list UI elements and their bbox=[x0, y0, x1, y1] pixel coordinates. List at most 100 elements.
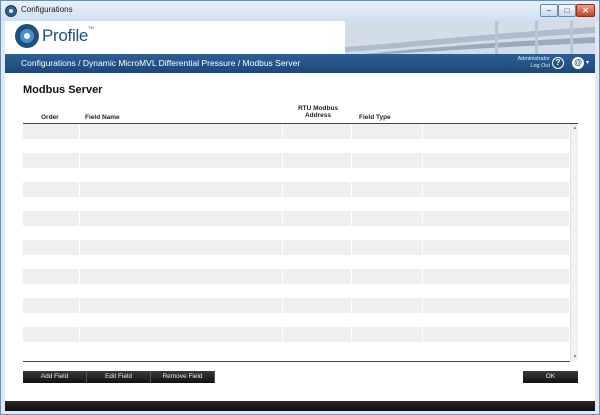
table-cell[interactable] bbox=[80, 124, 283, 139]
table-cell[interactable] bbox=[23, 182, 80, 197]
table-cell[interactable] bbox=[352, 283, 423, 298]
table-cell[interactable] bbox=[23, 254, 80, 269]
table-cell[interactable] bbox=[80, 341, 283, 356]
table-cell[interactable] bbox=[80, 312, 283, 327]
table-cell[interactable] bbox=[283, 341, 352, 356]
table-cell[interactable] bbox=[80, 153, 283, 168]
table-cell[interactable] bbox=[352, 124, 423, 139]
table-cell[interactable] bbox=[352, 138, 423, 153]
table-cell[interactable] bbox=[23, 240, 80, 255]
table-cell[interactable] bbox=[423, 211, 570, 226]
table-cell[interactable] bbox=[23, 124, 80, 139]
table-cell[interactable] bbox=[23, 341, 80, 356]
table-row[interactable] bbox=[23, 298, 570, 313]
table-cell[interactable] bbox=[283, 138, 352, 153]
table-cell[interactable] bbox=[423, 182, 570, 197]
title-bar[interactable]: Configurations – □ ✕ bbox=[1, 1, 599, 21]
table-cell[interactable] bbox=[352, 167, 423, 182]
table-cell[interactable] bbox=[283, 196, 352, 211]
table-cell[interactable] bbox=[283, 254, 352, 269]
table-cell[interactable] bbox=[352, 240, 423, 255]
table-cell[interactable] bbox=[23, 269, 80, 284]
table-cell[interactable] bbox=[80, 254, 283, 269]
table-cell[interactable] bbox=[423, 167, 570, 182]
scroll-down-icon[interactable]: ▼ bbox=[572, 354, 578, 360]
table-cell[interactable] bbox=[283, 312, 352, 327]
table-cell[interactable] bbox=[283, 283, 352, 298]
table-cell[interactable] bbox=[352, 182, 423, 197]
table-cell[interactable] bbox=[23, 138, 80, 153]
table-cell[interactable] bbox=[423, 153, 570, 168]
table-row[interactable] bbox=[23, 254, 570, 269]
column-header-field-name[interactable]: Field Name bbox=[85, 114, 120, 121]
table-cell[interactable] bbox=[423, 240, 570, 255]
table-cell[interactable] bbox=[423, 341, 570, 356]
table-row[interactable] bbox=[23, 182, 570, 197]
vertical-scrollbar[interactable]: ▲ ▼ bbox=[570, 124, 578, 361]
column-header-rtu-modbus-address[interactable]: RTU Modbus Address bbox=[288, 105, 348, 119]
table-row[interactable] bbox=[23, 283, 570, 298]
column-header-field-type[interactable]: Field Type bbox=[359, 114, 391, 121]
chevron-down-icon[interactable]: ▾ bbox=[586, 59, 589, 66]
table-cell[interactable] bbox=[423, 298, 570, 313]
edit-field-button[interactable]: Edit Field bbox=[87, 371, 151, 383]
table-cell[interactable] bbox=[283, 153, 352, 168]
table-cell[interactable] bbox=[423, 225, 570, 240]
table-cell[interactable] bbox=[23, 327, 80, 342]
column-header-order[interactable]: Order bbox=[41, 114, 59, 121]
logout-link[interactable]: Log Out bbox=[490, 63, 550, 70]
maximize-button[interactable]: □ bbox=[558, 4, 576, 17]
table-cell[interactable] bbox=[423, 312, 570, 327]
table-cell[interactable] bbox=[80, 298, 283, 313]
table-cell[interactable] bbox=[283, 298, 352, 313]
table-cell[interactable] bbox=[352, 211, 423, 226]
table-cell[interactable] bbox=[423, 138, 570, 153]
table-cell[interactable] bbox=[80, 283, 283, 298]
table-cell[interactable] bbox=[283, 211, 352, 226]
table-cell[interactable] bbox=[283, 182, 352, 197]
table-row[interactable] bbox=[23, 327, 570, 342]
ok-button[interactable]: OK bbox=[523, 371, 578, 383]
scroll-up-icon[interactable]: ▲ bbox=[572, 125, 578, 131]
table-cell[interactable] bbox=[352, 225, 423, 240]
table-cell[interactable] bbox=[352, 269, 423, 284]
table-row[interactable] bbox=[23, 240, 570, 255]
table-cell[interactable] bbox=[283, 124, 352, 139]
table-cell[interactable] bbox=[352, 312, 423, 327]
table-row[interactable] bbox=[23, 167, 570, 182]
table-cell[interactable] bbox=[23, 211, 80, 226]
minimize-button[interactable]: – bbox=[540, 4, 558, 17]
table-row[interactable] bbox=[23, 312, 570, 327]
table-cell[interactable] bbox=[283, 167, 352, 182]
table-cell[interactable] bbox=[23, 196, 80, 211]
table-cell[interactable] bbox=[80, 182, 283, 197]
table-cell[interactable] bbox=[23, 225, 80, 240]
table-cell[interactable] bbox=[80, 327, 283, 342]
table-cell[interactable] bbox=[80, 240, 283, 255]
table-cell[interactable] bbox=[283, 327, 352, 342]
table-cell[interactable] bbox=[423, 124, 570, 139]
table-cell[interactable] bbox=[352, 196, 423, 211]
table-cell[interactable] bbox=[80, 167, 283, 182]
table-cell[interactable] bbox=[23, 167, 80, 182]
table-row[interactable] bbox=[23, 196, 570, 211]
table-cell[interactable] bbox=[352, 254, 423, 269]
table-cell[interactable] bbox=[23, 283, 80, 298]
table-row[interactable] bbox=[23, 211, 570, 226]
table-row[interactable] bbox=[23, 124, 570, 139]
table-row[interactable] bbox=[23, 153, 570, 168]
globe-icon[interactable]: @ bbox=[572, 57, 584, 69]
table-cell[interactable] bbox=[23, 153, 80, 168]
table-row[interactable] bbox=[23, 225, 570, 240]
table-cell[interactable] bbox=[283, 240, 352, 255]
table-row[interactable] bbox=[23, 341, 570, 356]
table-cell[interactable] bbox=[80, 196, 283, 211]
table-cell[interactable] bbox=[423, 196, 570, 211]
table-cell[interactable] bbox=[423, 254, 570, 269]
remove-field-button[interactable]: Remove Field bbox=[151, 371, 215, 383]
table-cell[interactable] bbox=[283, 225, 352, 240]
table-cell[interactable] bbox=[23, 312, 80, 327]
table-cell[interactable] bbox=[352, 341, 423, 356]
table-row[interactable] bbox=[23, 269, 570, 284]
table-cell[interactable] bbox=[352, 327, 423, 342]
